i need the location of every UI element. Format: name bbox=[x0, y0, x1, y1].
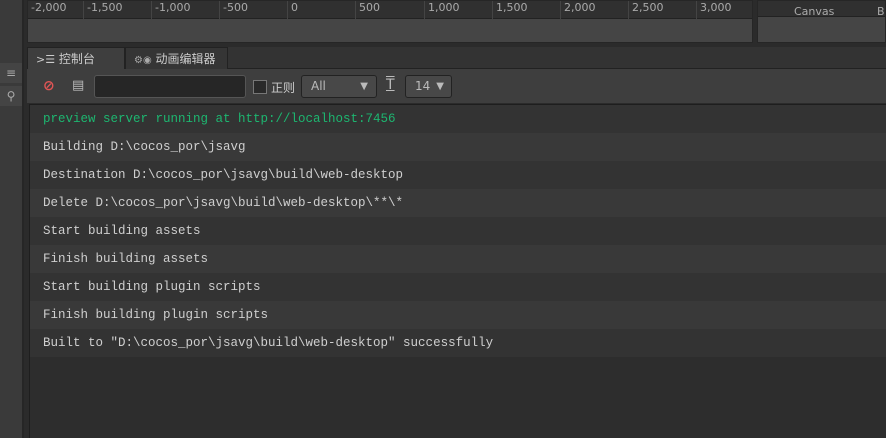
font-size-select[interactable]: 14 ▼ bbox=[405, 75, 452, 98]
log-entry: Delete D:\cocos_por\jsavg\build\web-desk… bbox=[30, 189, 886, 217]
log-entry: preview server running at http://localho… bbox=[30, 105, 886, 133]
ruler-tick: 2,000 bbox=[560, 1, 596, 19]
tab-label: 动画编辑器 bbox=[155, 52, 216, 66]
log-entry: Destination D:\cocos_por\jsavg\build\web… bbox=[30, 161, 886, 189]
ruler-tick: -2,000 bbox=[31, 1, 67, 14]
tab-animation-editor[interactable]: ⚙◉ 动画编辑器 bbox=[125, 47, 228, 69]
ruler-tick: 1,500 bbox=[492, 1, 528, 19]
log-entry: Built to "D:\cocos_por\jsavg\build\web-d… bbox=[30, 329, 886, 357]
open-log-file-icon[interactable]: ▤ bbox=[72, 78, 84, 93]
log-entry: Building D:\cocos_por\jsavg bbox=[30, 133, 886, 161]
ruler-tick: 0 bbox=[287, 1, 298, 19]
console-toolbar: ⊘ ▤ 正则 All ▼ T 14 ▼ bbox=[27, 69, 886, 103]
tab-label: 控制台 bbox=[58, 52, 95, 66]
ruler-tick: 500 bbox=[355, 1, 380, 19]
log-level-value: All bbox=[311, 79, 326, 93]
chevron-down-icon: ▼ bbox=[360, 81, 368, 92]
ruler-tick: -1,000 bbox=[151, 1, 190, 19]
panel-label: B bbox=[877, 5, 885, 18]
log-entry: Finish building plugin scripts bbox=[30, 301, 886, 329]
menu-icon[interactable]: ≡ bbox=[0, 63, 22, 83]
filter-search-input[interactable] bbox=[94, 75, 246, 98]
animation-icon: ⚙◉ bbox=[134, 55, 152, 66]
font-size-icon: T bbox=[386, 77, 395, 93]
horizontal-ruler: -2,000 -1,500 -1,000 -500 0 500 1,000 1,… bbox=[28, 1, 752, 19]
log-level-select[interactable]: All ▼ bbox=[301, 75, 377, 98]
tab-console[interactable]: >☰ 控制台 bbox=[27, 47, 125, 69]
inspector-panel: Canvas B bbox=[757, 0, 886, 43]
log-entry: Start building assets bbox=[30, 217, 886, 245]
ruler-tick: 1,000 bbox=[424, 1, 460, 19]
log-entry: Finish building assets bbox=[30, 245, 886, 273]
ruler-tick: -500 bbox=[219, 1, 248, 19]
ruler-tick: 2,500 bbox=[628, 1, 664, 19]
canvas-label: Canvas bbox=[794, 5, 835, 18]
panel-tabs: >☰ 控制台 ⚙◉ 动画编辑器 bbox=[27, 47, 886, 69]
font-size-value: 14 bbox=[415, 79, 431, 93]
scene-view[interactable]: -2,000 -1,500 -1,000 -500 0 500 1,000 1,… bbox=[27, 0, 753, 43]
regex-label: 正则 bbox=[271, 81, 296, 95]
clear-icon[interactable]: ⊘ bbox=[43, 78, 55, 94]
console-icon: >☰ bbox=[36, 53, 56, 66]
left-sidebar: ≡ ⚲ bbox=[0, 0, 24, 438]
ruler-tick: 3,000 bbox=[696, 1, 732, 19]
regex-checkbox[interactable] bbox=[253, 80, 267, 94]
search-icon[interactable]: ⚲ bbox=[0, 86, 22, 106]
console-log-list[interactable]: preview server running at http://localho… bbox=[29, 104, 886, 438]
chevron-down-icon: ▼ bbox=[436, 81, 444, 92]
ruler-tick: -1,500 bbox=[83, 1, 122, 19]
log-entry: Start building plugin scripts bbox=[30, 273, 886, 301]
